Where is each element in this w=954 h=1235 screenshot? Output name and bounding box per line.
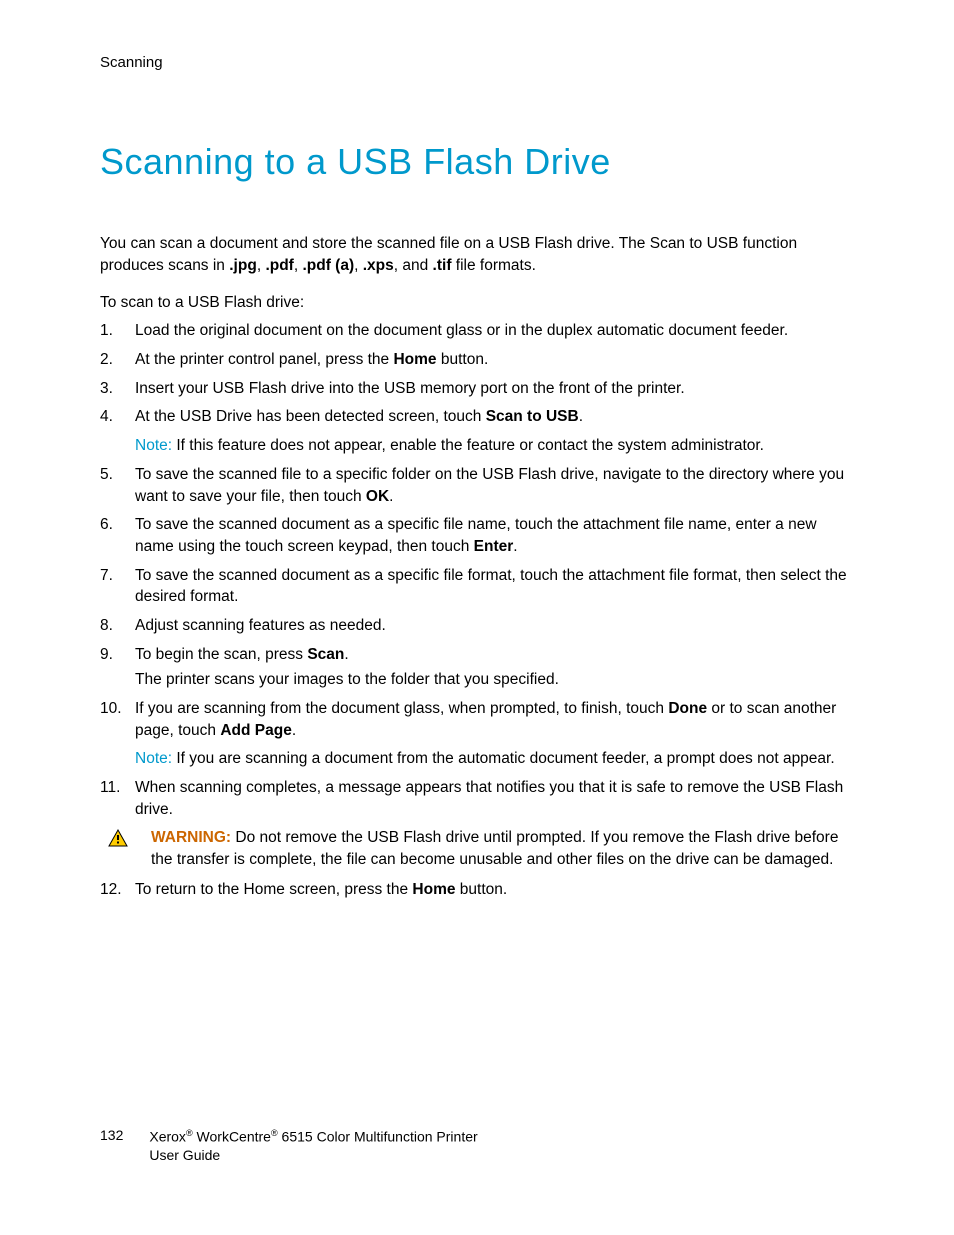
page-header: Scanning: [100, 54, 854, 71]
step-11: When scanning completes, a message appea…: [100, 777, 854, 820]
format-pdf: .pdf: [265, 257, 293, 274]
step-text: button.: [437, 351, 489, 368]
step-text: .: [513, 538, 517, 555]
enter-label: Enter: [474, 538, 514, 555]
format-tif: .tif: [433, 257, 452, 274]
home-label: Home: [412, 881, 455, 898]
step-1: Load the original document on the docume…: [100, 320, 854, 342]
footer-product: WorkCentre: [193, 1128, 271, 1144]
registered-icon: ®: [186, 1128, 193, 1138]
step-text: To begin the scan, press: [135, 646, 307, 663]
step-text: Adjust scanning features as needed.: [135, 617, 386, 634]
note-text: If you are scanning a document from the …: [172, 750, 835, 767]
note-block: Note: If this feature does not appear, e…: [135, 435, 854, 457]
footer-doc: User Guide: [149, 1147, 220, 1163]
scan-to-usb-label: Scan to USB: [486, 408, 579, 425]
step-text: Load the original document on the docume…: [135, 322, 788, 339]
ok-label: OK: [366, 488, 389, 505]
intro-paragraph: You can scan a document and store the sc…: [100, 233, 854, 276]
intro-tail: file formats.: [451, 257, 535, 274]
step-2: At the printer control panel, press the …: [100, 349, 854, 371]
format-jpg: .jpg: [229, 257, 257, 274]
note-block: Note: If you are scanning a document fro…: [135, 748, 854, 770]
warning-icon: [100, 827, 135, 852]
step-12: To return to the Home screen, press the …: [100, 879, 854, 901]
step-text: To save the scanned file to a specific f…: [135, 466, 844, 505]
comma: , and: [394, 257, 433, 274]
step-10: If you are scanning from the document gl…: [100, 698, 854, 770]
step-text: To return to the Home screen, press the: [135, 881, 412, 898]
step-text: .: [389, 488, 393, 505]
step-text: .: [344, 646, 348, 663]
step-text: Insert your USB Flash drive into the USB…: [135, 380, 685, 397]
page-number: 132: [100, 1127, 123, 1143]
note-label: Note:: [135, 437, 172, 454]
section-name: Scanning: [100, 54, 163, 71]
warning-label: WARNING:: [151, 829, 231, 846]
comma: ,: [354, 257, 363, 274]
step-3: Insert your USB Flash drive into the USB…: [100, 378, 854, 400]
footer-brand: Xerox: [149, 1128, 186, 1144]
step-continuation: The printer scans your images to the fol…: [135, 669, 854, 691]
subheading: To scan to a USB Flash drive:: [100, 294, 854, 312]
step-8: Adjust scanning features as needed.: [100, 615, 854, 637]
note-label: Note:: [135, 750, 172, 767]
step-list-continued: To return to the Home screen, press the …: [100, 879, 854, 901]
step-6: To save the scanned document as a specif…: [100, 514, 854, 557]
step-list: Load the original document on the docume…: [100, 320, 854, 820]
step-7: To save the scanned document as a specif…: [100, 565, 854, 608]
warning-body: Do not remove the USB Flash drive until …: [151, 829, 838, 868]
add-page-label: Add Page: [220, 722, 291, 739]
step-text: To save the scanned document as a specif…: [135, 567, 847, 606]
footer-model: 6515 Color Multifunction Printer: [278, 1128, 478, 1144]
page-title: Scanning to a USB Flash Drive: [100, 141, 854, 183]
page-footer: 132 Xerox® WorkCentre® 6515 Color Multif…: [100, 1127, 478, 1165]
step-4: At the USB Drive has been detected scree…: [100, 406, 854, 456]
step-text: .: [579, 408, 583, 425]
step-9: To begin the scan, press Scan. The print…: [100, 644, 854, 691]
step-text: .: [292, 722, 296, 739]
registered-icon: ®: [271, 1128, 278, 1138]
step-text: button.: [456, 881, 508, 898]
note-text: If this feature does not appear, enable …: [172, 437, 764, 454]
step-text: When scanning completes, a message appea…: [135, 779, 843, 818]
scan-label: Scan: [307, 646, 344, 663]
step-5: To save the scanned file to a specific f…: [100, 464, 854, 507]
step-text: If you are scanning from the document gl…: [135, 700, 668, 717]
step-text: At the printer control panel, press the: [135, 351, 393, 368]
step-text: At the USB Drive has been detected scree…: [135, 408, 486, 425]
home-label: Home: [393, 351, 436, 368]
format-pdfa: .pdf (a): [302, 257, 354, 274]
format-xps: .xps: [363, 257, 394, 274]
warning-text: WARNING: Do not remove the USB Flash dri…: [135, 827, 854, 870]
warning-block: WARNING: Do not remove the USB Flash dri…: [100, 827, 854, 870]
done-label: Done: [668, 700, 707, 717]
footer-lines: Xerox® WorkCentre® 6515 Color Multifunct…: [149, 1127, 477, 1165]
